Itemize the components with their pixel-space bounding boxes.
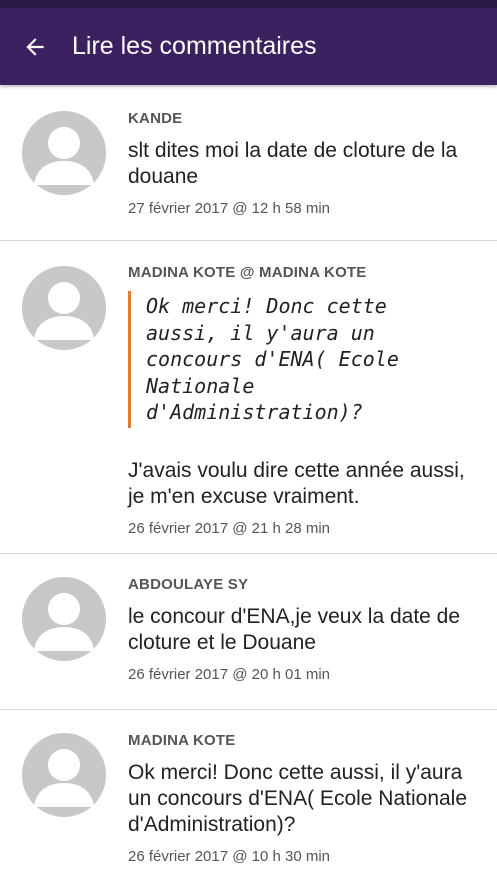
- arrow-back-icon: [26, 37, 44, 56]
- comment-author: MADINA KOTE @ MADINA KOTE: [128, 264, 367, 281]
- comment-item: MADINA KOTE Ok merci! Donc cette aussi, …: [0, 710, 497, 870]
- user-placeholder-icon: [22, 266, 106, 350]
- comment-item: ABDOULAYE SY le concour d'ENA,je veux la…: [0, 554, 497, 710]
- comment-date: 26 février 2017 @ 10 h 30 min: [128, 848, 331, 865]
- avatar: [22, 111, 106, 195]
- comment-author: MADINA KOTE: [128, 732, 236, 749]
- quoted-comment: Ok merci! Donc cette aussi, il y'aura un…: [128, 291, 446, 428]
- comment-item: MADINA KOTE @ MADINA KOTE Ok merci! Donc…: [0, 241, 497, 554]
- avatar: [22, 733, 106, 817]
- avatar: [22, 266, 106, 350]
- user-placeholder-icon: [22, 111, 106, 195]
- comment-date: 27 février 2017 @ 12 h 58 min: [128, 200, 331, 217]
- status-bar: [0, 0, 497, 8]
- back-button[interactable]: [0, 8, 70, 85]
- comment-item: KANDE slt dites moi la date de cloture d…: [0, 85, 497, 241]
- app-bar: Lire les commentaires: [0, 8, 497, 85]
- page-title: Lire les commentaires: [72, 32, 317, 60]
- comment-author: ABDOULAYE SY: [128, 576, 249, 593]
- comment-author: KANDE: [128, 110, 183, 127]
- avatar: [22, 577, 106, 661]
- user-placeholder-icon: [22, 577, 106, 661]
- comment-date: 26 février 2017 @ 20 h 01 min: [128, 666, 331, 683]
- comment-list[interactable]: KANDE slt dites moi la date de cloture d…: [0, 85, 497, 870]
- comment-date: 26 février 2017 @ 21 h 28 min: [128, 519, 331, 537]
- comment-text: le concour d'ENA,je veux la date de clot…: [128, 605, 461, 654]
- user-placeholder-icon: [22, 733, 106, 817]
- comment-text: Ok merci! Donc cette aussi, il y'aura un…: [128, 761, 468, 836]
- comment-text: slt dites moi la date de cloture de la d…: [128, 139, 458, 188]
- comment-text: J'avais voulu dire cette année aussi, je…: [128, 458, 465, 508]
